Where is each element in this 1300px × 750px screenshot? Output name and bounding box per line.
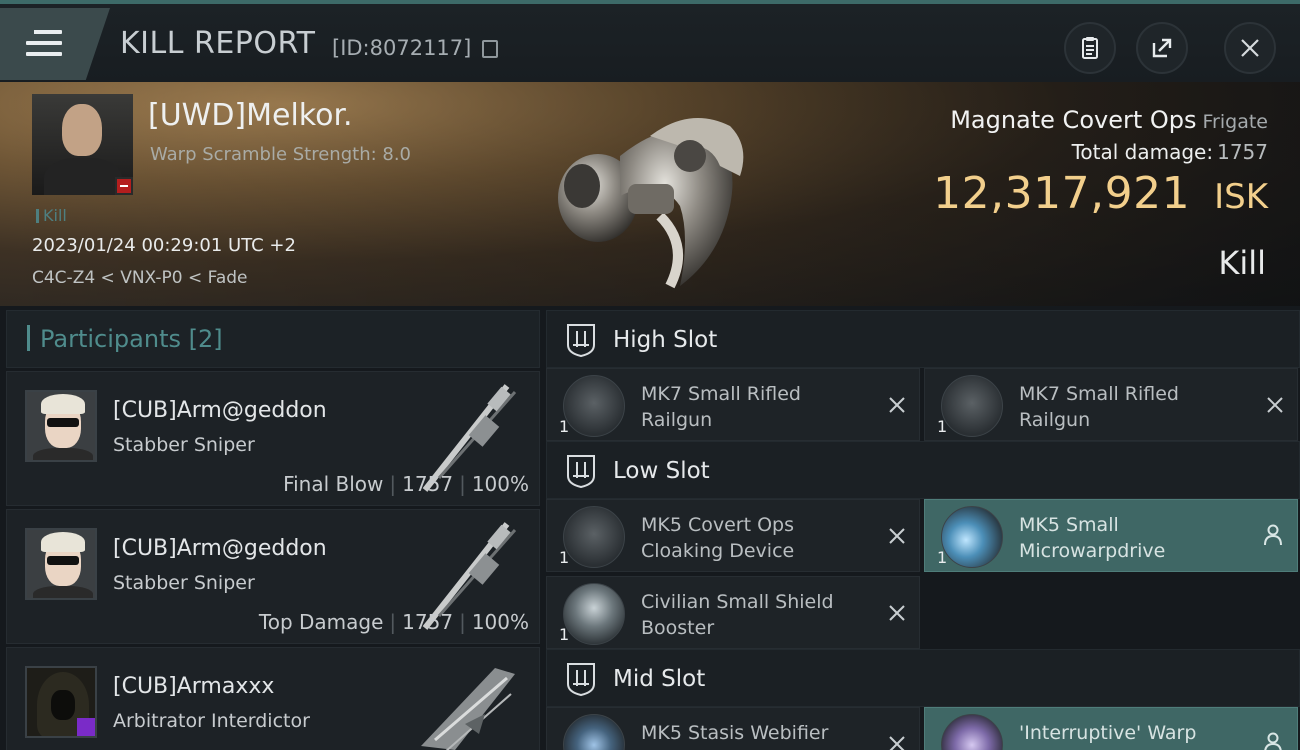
participant-role: Top Damage — [258, 610, 384, 634]
high-slot-label: High Slot — [613, 327, 718, 353]
participant-name: [CUB]Armaxxx — [113, 674, 275, 699]
destroyed-x-icon — [1267, 397, 1283, 413]
low-slot-icon — [567, 455, 595, 488]
warp-scramble-strength: Warp Scramble Strength: 8.0 — [150, 144, 412, 165]
module-slot[interactable]: 1 MK7 Small Rifled Railgun — [546, 368, 920, 441]
fitting-panel: High Slot 1 MK7 Small Rifled Railgun 1 M… — [546, 310, 1300, 750]
module-name: MK5 Stasis Webifier — [641, 722, 829, 744]
destroyed-x-icon — [889, 528, 905, 544]
module-slot[interactable]: 1 MK5 Small Microwarpdrive — [924, 499, 1298, 572]
empty-slot — [924, 576, 1298, 649]
module-slot[interactable]: 1 MK5 Stasis Webifier — [546, 707, 920, 750]
module-name: 'Interruptive' Warp — [1019, 722, 1197, 744]
module-quantity: 1 — [937, 548, 948, 567]
webifier-icon — [563, 714, 625, 750]
module-quantity: 1 — [937, 417, 948, 436]
participant-stats: Top Damage | 1757 | 100% — [258, 610, 529, 634]
participants-header: Participants [2] — [6, 310, 540, 368]
participant-ship: Stabber Sniper — [113, 434, 255, 456]
mid-slot-label: Mid Slot — [613, 666, 706, 692]
participant-damage: 1757 — [402, 610, 454, 634]
isk-value: 12,317,921 ISK — [933, 168, 1268, 219]
module-slot[interactable]: 1 'Interruptive' Warp — [924, 707, 1298, 750]
copy-id-icon[interactable] — [482, 40, 498, 58]
module-name: MK5 Covert Ops Cloaking Device — [641, 514, 795, 562]
total-damage: Total damage: 1757 — [1072, 140, 1268, 164]
participant-avatar[interactable] — [25, 528, 97, 600]
participant-role: Final Blow — [283, 472, 384, 496]
warp-disruptor-icon — [941, 714, 1003, 750]
high-slot-icon — [567, 324, 595, 357]
ship-class: Frigate — [1202, 111, 1268, 133]
high-slot-header: High Slot — [546, 310, 1300, 368]
module-slot[interactable]: 1 Civilian Small Shield Booster — [546, 576, 920, 649]
isk-unit: ISK — [1214, 177, 1268, 217]
page-title: KILL REPORT — [120, 26, 316, 61]
isk-amount: 12,317,921 — [933, 168, 1191, 219]
negative-status-badge — [115, 177, 133, 195]
participant-avatar[interactable] — [25, 390, 97, 462]
participants-panel: Participants [2] [CUB]Arm@geddon Stabber… — [6, 310, 540, 750]
victim-name[interactable]: [UWD]Melkor. — [148, 98, 353, 133]
destroyed-x-icon — [889, 736, 905, 750]
module-slot[interactable]: 1 MK5 Covert Ops Cloaking Device — [546, 499, 920, 572]
kill-location[interactable]: C4C-Z4 < VNX-P0 < Fade — [32, 268, 248, 288]
module-quantity: 1 — [559, 417, 570, 436]
participant-avatar[interactable] — [25, 666, 97, 738]
clipboard-button[interactable] — [1064, 22, 1116, 74]
participant-row[interactable]: [CUB]Armaxxx Arbitrator Interdictor — [6, 647, 540, 750]
kill-outcome: Kill — [1218, 244, 1266, 282]
participant-stats: Final Blow | 1757 | 100% — [283, 472, 529, 496]
destroyed-x-icon — [889, 605, 905, 621]
top-bar: KILL REPORT [ID:8072117] — [0, 0, 1300, 82]
close-icon — [1241, 39, 1259, 57]
ship-name[interactable]: Magnate Covert Ops Frigate — [950, 106, 1268, 134]
module-slot[interactable]: 1 MK7 Small Rifled Railgun — [924, 368, 1298, 441]
ship-type: Magnate Covert Ops — [950, 106, 1197, 134]
participant-damage: 1757 — [402, 472, 454, 496]
victim-portrait[interactable] — [32, 94, 133, 195]
share-button[interactable] — [1136, 22, 1188, 74]
participant-name: [CUB]Arm@geddon — [113, 536, 327, 561]
hamburger-menu-icon — [26, 30, 62, 58]
module-quantity: 1 — [559, 548, 570, 567]
participant-percent: 100% — [471, 472, 529, 496]
low-slot-label: Low Slot — [613, 458, 710, 484]
victim-ship-image — [558, 118, 744, 289]
module-quantity: 1 — [559, 625, 570, 644]
report-id: [ID:8072117] — [332, 36, 472, 60]
arbitrator-ship-icon — [421, 668, 515, 750]
total-damage-value: 1757 — [1217, 140, 1268, 164]
participant-percent: 100% — [471, 610, 529, 634]
cloak-icon — [563, 506, 625, 568]
kill-type-tag: Kill — [36, 206, 67, 225]
destroyed-x-icon — [889, 397, 905, 413]
shield-booster-icon — [563, 583, 625, 645]
mid-slot-header: Mid Slot — [546, 649, 1300, 707]
participant-name: [CUB]Arm@geddon — [113, 398, 327, 423]
total-damage-label: Total damage: — [1071, 140, 1214, 164]
module-name: MK7 Small Rifled Railgun — [641, 383, 801, 431]
faction-flag-icon — [77, 718, 95, 736]
pilot-icon — [1264, 732, 1282, 750]
victim-banner: [UWD]Melkor. Warp Scramble Strength: 8.0… — [0, 82, 1300, 306]
module-name: MK5 Small Microwarpdrive — [1019, 514, 1166, 562]
participant-row[interactable]: [CUB]Arm@geddon Stabber Sniper Top Damag… — [6, 509, 540, 644]
close-button[interactable] — [1224, 22, 1276, 74]
participant-row[interactable]: [CUB]Arm@geddon Stabber Sniper Final Blo… — [6, 371, 540, 506]
clipboard-icon — [1082, 37, 1098, 59]
module-name: Civilian Small Shield Booster — [641, 591, 834, 639]
menu-button[interactable] — [0, 8, 110, 80]
mid-slot-icon — [567, 663, 595, 696]
module-name: MK7 Small Rifled Railgun — [1019, 383, 1179, 431]
microwarpdrive-icon — [941, 506, 1003, 568]
railgun-icon — [563, 375, 625, 437]
participant-ship: Stabber Sniper — [113, 572, 255, 594]
railgun-icon — [941, 375, 1003, 437]
share-icon — [1152, 38, 1172, 58]
participant-ship: Arbitrator Interdictor — [113, 710, 310, 732]
pilot-icon — [1264, 524, 1282, 546]
kill-datetime: 2023/01/24 00:29:01 UTC +2 — [32, 235, 296, 256]
low-slot-header: Low Slot — [546, 441, 1300, 499]
